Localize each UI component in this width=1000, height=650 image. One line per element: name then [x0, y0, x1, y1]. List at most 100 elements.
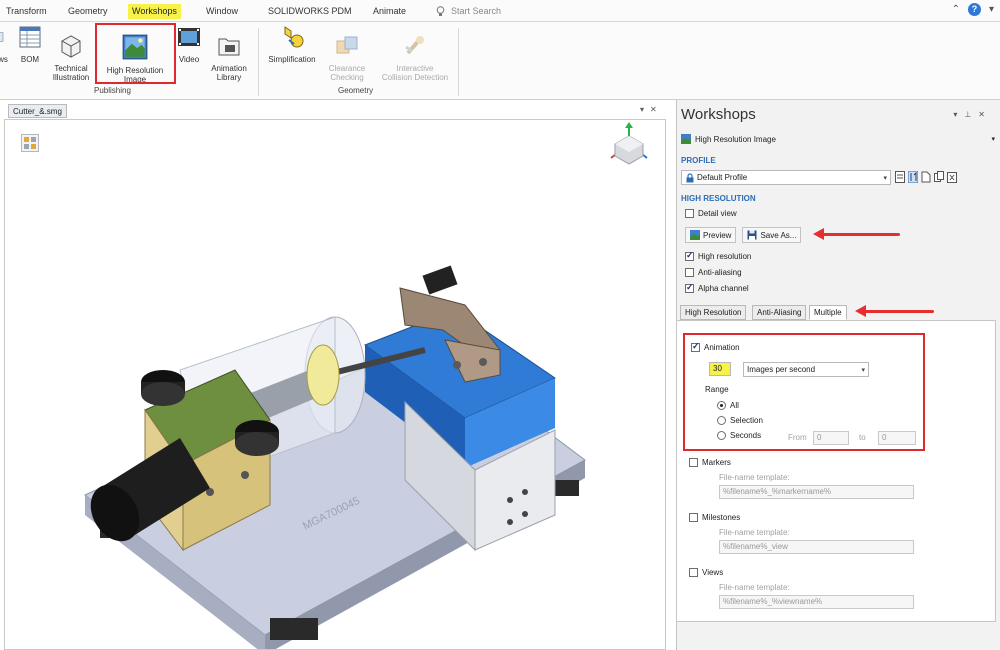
views-option[interactable]: Views	[689, 568, 723, 577]
animation-library-button[interactable]: Animation Library	[204, 24, 254, 91]
video-button[interactable]: Video	[175, 24, 203, 64]
profile-properties-icon[interactable]	[895, 171, 905, 183]
preview-button[interactable]: Preview	[685, 227, 737, 243]
high-resolution-image-icon	[681, 134, 691, 144]
profile-section-header: PROFILE	[681, 156, 716, 165]
high-resolution-checkbox[interactable]	[685, 250, 694, 261]
range-selection-option[interactable]: Selection	[717, 416, 763, 425]
frame-rate-input[interactable]: 30	[709, 362, 731, 376]
range-all-label: All	[730, 401, 739, 410]
ribbon: ws BOM Technical Illustration High Resol…	[0, 22, 1000, 100]
collision-detection-icon	[405, 36, 424, 55]
range-all-option[interactable]: All	[717, 401, 739, 410]
video-icon	[178, 28, 200, 46]
chevron-down-icon: ▾	[991, 136, 995, 143]
markers-label: Markers	[702, 458, 731, 467]
bom-button[interactable]: BOM	[16, 24, 44, 64]
milestones-checkbox[interactable]	[689, 513, 698, 522]
milestones-option[interactable]: Milestones	[689, 513, 740, 522]
help-icon[interactable]: ?	[967, 3, 981, 16]
tab-workshops[interactable]: Workshops	[128, 4, 181, 19]
milestones-template-input[interactable]: %filename%_view	[719, 540, 914, 554]
save-as-button[interactable]: Save As...	[742, 227, 802, 243]
frame-rate-unit-dropdown[interactable]: Images per second ▾	[743, 362, 869, 377]
publishing-group-label: Publishing	[94, 86, 131, 95]
copy-profile-icon[interactable]	[934, 171, 944, 183]
ribbon-collapse-icon[interactable]: ⌃	[952, 4, 960, 15]
search-box[interactable]: Start Search	[436, 4, 501, 19]
geometry-group-label: Geometry	[338, 86, 374, 95]
detail-view-checkbox[interactable]	[685, 209, 694, 218]
multiple-tab-arrow-annotation	[855, 305, 934, 317]
clearance-checking-icon	[336, 36, 358, 54]
workshop-selector-value: High Resolution Image	[695, 134, 776, 144]
tab-transform[interactable]: Transform	[2, 4, 51, 19]
tab-window[interactable]: Window	[202, 4, 242, 19]
range-all-radio[interactable]	[717, 401, 726, 410]
alpha-channel-option[interactable]: Alpha channel	[685, 282, 749, 293]
animation-label: Animation	[704, 343, 740, 352]
panel-title: Workshops	[681, 106, 756, 123]
markers-option[interactable]: Markers	[689, 458, 731, 467]
pin-icon[interactable]: ⊥	[964, 110, 978, 119]
animation-library-icon	[218, 38, 240, 56]
detail-view-option[interactable]: Detail view	[685, 209, 737, 218]
save-as-arrow-annotation	[813, 228, 900, 240]
range-seconds-option[interactable]: Seconds	[717, 431, 761, 440]
technical-illustration-icon	[61, 35, 81, 58]
views-icon	[0, 32, 4, 42]
delete-profile-icon[interactable]	[947, 171, 957, 183]
anti-aliasing-label: Anti-aliasing	[698, 268, 742, 277]
window-controls: ⌃ ? ▾	[952, 3, 994, 16]
interactive-collision-detection-button[interactable]: Interactive Collision Detection	[376, 24, 454, 91]
close-icon[interactable]: ✕	[650, 105, 663, 114]
tab-anti-aliasing[interactable]: Anti-Aliasing	[752, 305, 807, 320]
3d-viewport[interactable]: MGA700045	[4, 119, 666, 650]
profile-value: Default Profile	[697, 173, 748, 182]
profile-dropdown[interactable]: Default Profile ▾	[681, 170, 891, 185]
tab-high-resolution[interactable]: High Resolution	[680, 305, 747, 320]
preview-icon	[690, 230, 700, 240]
technical-illustration-button[interactable]: Technical Illustration	[48, 24, 94, 91]
to-input[interactable]: 0	[878, 431, 916, 445]
views-template-input[interactable]: %filename%_%viewname%	[719, 595, 914, 609]
animation-checkbox[interactable]	[691, 341, 700, 352]
panel-dropdown-icon[interactable]: ▾	[953, 110, 964, 119]
panel-controls: ▾⊥✕	[953, 110, 992, 119]
high-resolution-option[interactable]: High resolution	[685, 250, 751, 261]
detail-view-label: Detail view	[698, 209, 737, 218]
document-tab[interactable]: Cutter_&.smg	[8, 104, 67, 118]
views-button[interactable]: ws	[0, 24, 10, 64]
range-selection-radio[interactable]	[717, 416, 726, 425]
new-profile-icon[interactable]	[921, 171, 931, 183]
markers-checkbox[interactable]	[689, 458, 698, 467]
markers-template-input[interactable]: %filename%_%markername%	[719, 485, 914, 499]
tab-animate[interactable]: Animate	[369, 4, 410, 19]
views-template-hint: File-name template:	[719, 583, 790, 592]
tab-solidworks-pdm[interactable]: SOLIDWORKS PDM	[264, 4, 356, 19]
simplification-button[interactable]: Simplification	[262, 24, 322, 64]
workshop-selector[interactable]: High Resolution Image ▾	[681, 134, 997, 144]
panel-close-icon[interactable]: ✕	[978, 110, 992, 119]
to-label: to	[859, 433, 866, 442]
views-checkbox[interactable]	[689, 568, 698, 577]
clearance-checking-button[interactable]: Clearance Checking	[322, 24, 372, 91]
alpha-channel-label: Alpha channel	[698, 284, 749, 293]
alpha-channel-checkbox[interactable]	[685, 282, 694, 293]
anti-aliasing-option[interactable]: Anti-aliasing	[685, 268, 742, 277]
ribbon-separator	[458, 28, 459, 96]
menu-bar: Transform Geometry Workshops Window SOLI…	[0, 0, 1000, 22]
chevron-down-icon: ▾	[861, 366, 865, 374]
pin-dropdown-icon[interactable]: ▾	[640, 105, 650, 114]
range-selection-label: Selection	[730, 416, 763, 425]
anti-aliasing-checkbox[interactable]	[685, 268, 694, 277]
save-icon	[747, 230, 757, 240]
animation-option[interactable]: Animation	[691, 341, 740, 352]
sort-icon[interactable]	[908, 171, 918, 183]
dropdown-icon[interactable]: ▾	[989, 4, 994, 15]
from-input[interactable]: 0	[813, 431, 849, 445]
range-seconds-radio[interactable]	[717, 431, 726, 440]
tab-multiple[interactable]: Multiple	[809, 305, 847, 320]
tab-geometry[interactable]: Geometry	[64, 4, 112, 19]
high-resolution-section-header: HIGH RESOLUTION	[681, 194, 756, 203]
